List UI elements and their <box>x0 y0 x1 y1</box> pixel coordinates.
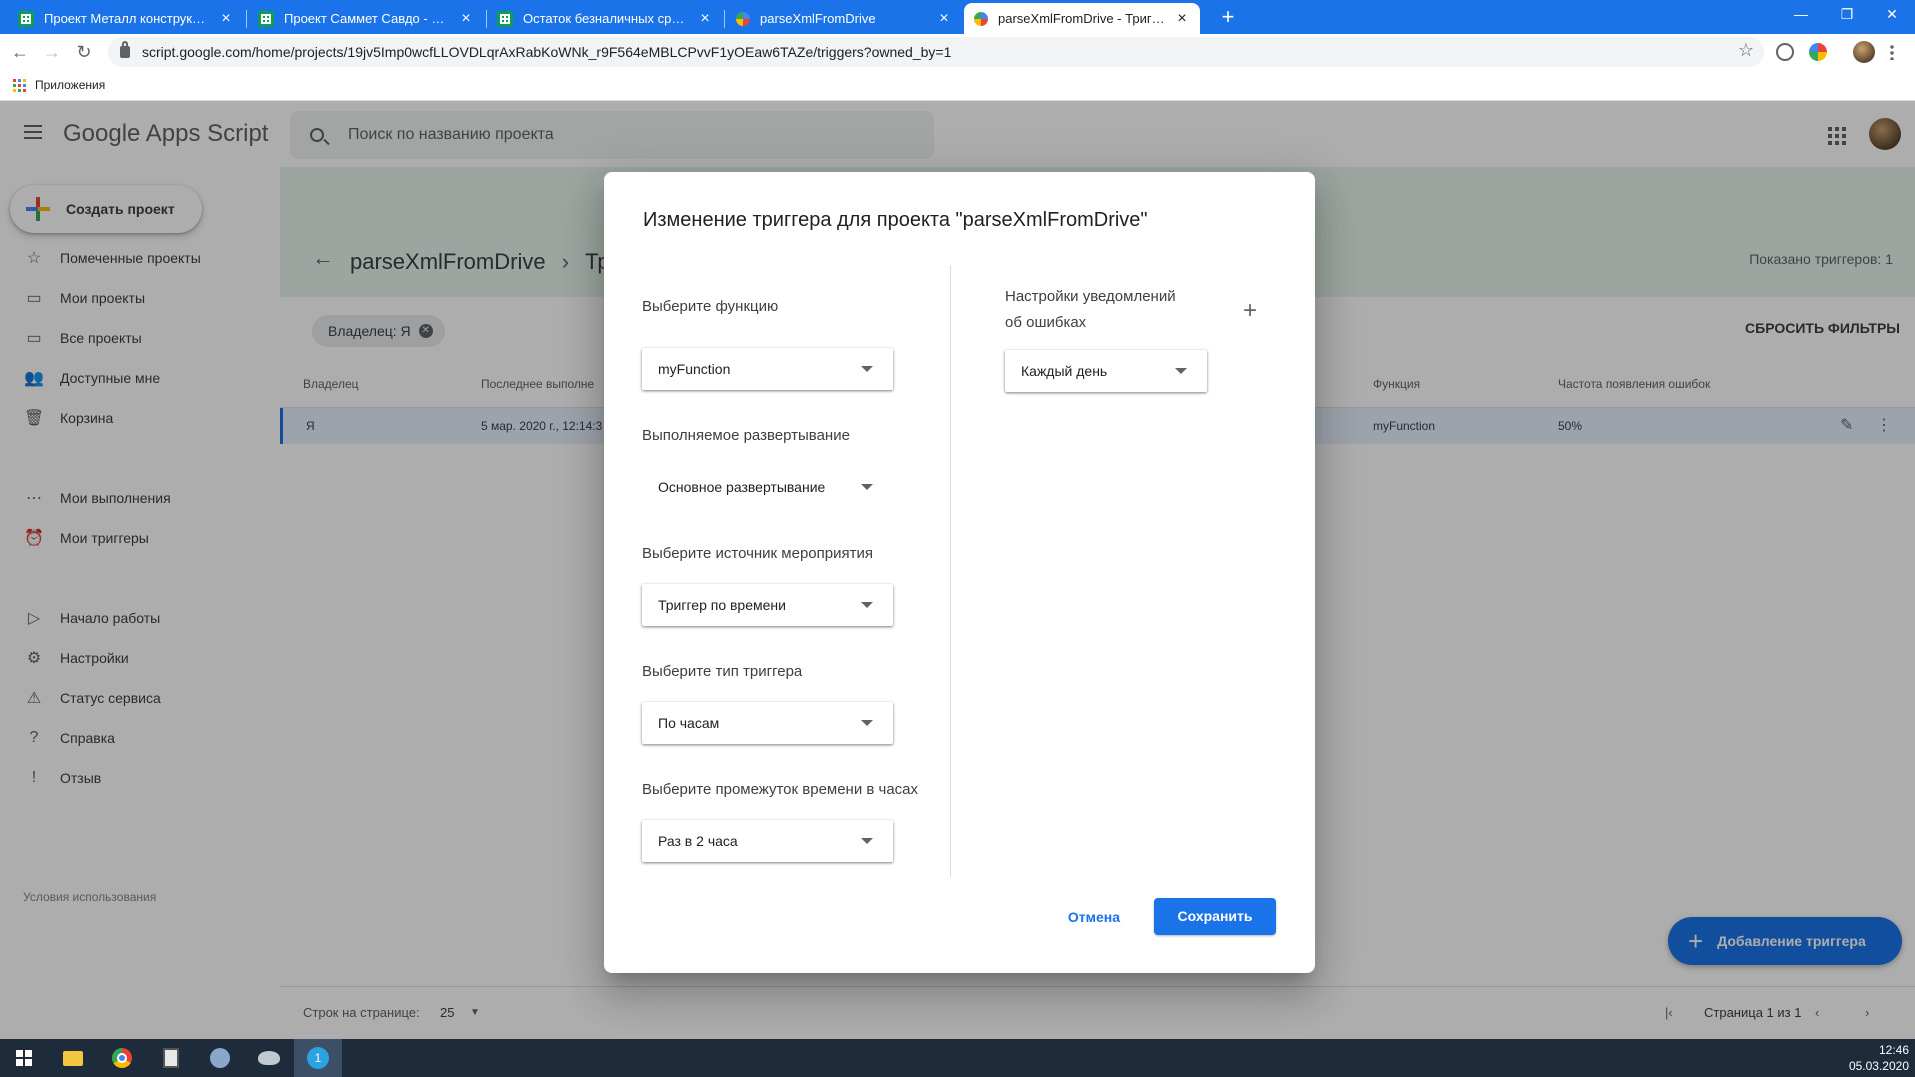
tab-separator <box>724 10 725 28</box>
tab-title: parseXmlFromDrive - Триггеры <box>998 11 1168 26</box>
telegram-icon: 1 <box>307 1047 329 1069</box>
dropdown-arrow-icon <box>861 838 873 844</box>
taskbar-paint[interactable] <box>196 1039 244 1077</box>
tab-title: Проект Саммет Савдо - Google <box>284 11 452 26</box>
deployment-select[interactable]: Основное развертывание <box>642 466 893 508</box>
deployment-label: Выполняемое развертывание <box>642 427 850 444</box>
event-source-select[interactable]: Триггер по времени <box>642 584 893 626</box>
dropdown-arrow-icon <box>861 366 873 372</box>
sheets-icon <box>258 10 274 27</box>
taskbar-telegram[interactable]: 1 <box>294 1039 342 1077</box>
reload-icon[interactable]: ↻ <box>70 38 98 66</box>
browser-tab-active[interactable]: parseXmlFromDrive - Триггеры × <box>964 3 1200 34</box>
sheets-icon <box>18 10 34 27</box>
interval-label: Выберите промежуток времени в часах <box>642 781 919 798</box>
trigger-type-label: Выберите тип триггера <box>642 663 803 680</box>
cancel-button[interactable]: Отмена <box>1052 899 1136 935</box>
taskbar-calculator[interactable] <box>147 1039 195 1077</box>
interval-value: Раз в 2 часа <box>658 833 738 849</box>
close-tab-icon[interactable]: × <box>697 10 713 28</box>
taskbar-chrome[interactable] <box>98 1039 146 1077</box>
edit-trigger-dialog: Изменение триггера для проекта "parseXml… <box>604 172 1315 973</box>
windows-taskbar: 1 12:46 05.03.2020 <box>0 1039 1915 1077</box>
function-label: Выберите функцию <box>642 298 779 315</box>
trigger-type-value: По часам <box>658 715 720 731</box>
tab-separator <box>246 10 247 28</box>
tab-title: parseXmlFromDrive <box>760 11 876 26</box>
app-icon <box>258 1051 280 1065</box>
browser-tab[interactable]: Остаток безналичных средств G × <box>487 3 723 34</box>
browser-menu-icon[interactable] <box>1890 44 1894 60</box>
apps-grid-icon[interactable] <box>13 78 26 92</box>
dropdown-arrow-icon <box>1175 368 1187 374</box>
apps-script-icon <box>974 11 988 26</box>
notification-settings-label: Настройки уведомлений об ошибках <box>1005 288 1176 331</box>
close-tab-icon[interactable]: × <box>936 10 952 28</box>
taskbar-app[interactable] <box>245 1039 293 1077</box>
tab-title: Проект Металл конструкция - G <box>44 11 212 26</box>
event-source-value: Триггер по времени <box>658 597 786 613</box>
add-notification-icon[interactable]: + <box>1238 297 1262 325</box>
dropdown-arrow-icon <box>861 484 873 490</box>
restore-icon[interactable]: ❐ <box>1824 0 1870 30</box>
close-window-icon[interactable]: ✕ <box>1869 0 1915 30</box>
forward-icon[interactable]: → <box>38 38 66 66</box>
browser-tab[interactable]: Проект Металл конструкция - G × <box>8 3 244 34</box>
bookmarks-bar: Приложения <box>0 70 1915 101</box>
clock-date: 05.03.2020 <box>1848 1059 1909 1073</box>
event-source-label: Выберите источник мероприятия <box>642 545 873 562</box>
function-value: myFunction <box>658 361 731 377</box>
deployment-value: Основное развертывание <box>658 479 826 495</box>
bookmark-apps[interactable]: Приложения <box>35 78 105 92</box>
system-clock[interactable]: 12:46 05.03.2020 <box>1849 1042 1909 1074</box>
trigger-type-select[interactable]: По часам <box>642 702 893 744</box>
windows-icon <box>16 1050 32 1066</box>
notification-frequency-value: Каждый день <box>1021 363 1108 379</box>
url-text: script.google.com/home/projects/19jv5Imp… <box>142 44 952 60</box>
browser-tab[interactable]: Проект Саммет Савдо - Google × <box>248 3 484 34</box>
clock-time: 12:46 <box>1878 1043 1909 1057</box>
calculator-icon <box>163 1048 179 1068</box>
lock-icon <box>120 41 130 58</box>
save-button[interactable]: Сохранить <box>1154 898 1276 935</box>
close-tab-icon[interactable]: × <box>458 10 474 28</box>
dialog-title: Изменение триггера для проекта "parseXml… <box>643 209 1148 231</box>
extension-icon[interactable] <box>1776 43 1794 61</box>
interval-select[interactable]: Раз в 2 часа <box>642 820 893 862</box>
browser-tab[interactable]: parseXmlFromDrive × <box>726 3 962 34</box>
paint-icon <box>210 1048 230 1068</box>
new-tab-button[interactable]: + <box>1214 3 1242 31</box>
start-button[interactable] <box>0 1039 48 1077</box>
extension-icon[interactable] <box>1809 43 1827 61</box>
back-icon[interactable]: ← <box>6 38 34 66</box>
close-tab-icon[interactable]: × <box>1174 10 1190 28</box>
taskbar-explorer[interactable] <box>49 1039 97 1077</box>
dialog-divider <box>950 265 951 877</box>
dropdown-arrow-icon <box>861 720 873 726</box>
bookmark-star-icon[interactable]: ☆ <box>1738 40 1754 61</box>
address-bar[interactable]: script.google.com/home/projects/19jv5Imp… <box>108 37 1764 67</box>
folder-icon <box>63 1050 83 1066</box>
notification-frequency-select[interactable]: Каждый день <box>1005 350 1207 392</box>
tab-title: Остаток безналичных средств G <box>523 11 691 26</box>
close-tab-icon[interactable]: × <box>218 10 234 28</box>
sheets-icon <box>497 10 513 27</box>
apps-script-icon <box>736 11 750 26</box>
profile-avatar[interactable] <box>1853 41 1875 63</box>
function-select[interactable]: myFunction <box>642 348 893 390</box>
minimize-icon[interactable]: — <box>1778 0 1824 30</box>
chrome-icon <box>112 1048 132 1068</box>
browser-tabstrip: Проект Металл конструкция - G × Проект С… <box>0 0 1915 34</box>
dropdown-arrow-icon <box>861 602 873 608</box>
browser-toolbar: ← → ↻ script.google.com/home/projects/19… <box>0 34 1915 70</box>
